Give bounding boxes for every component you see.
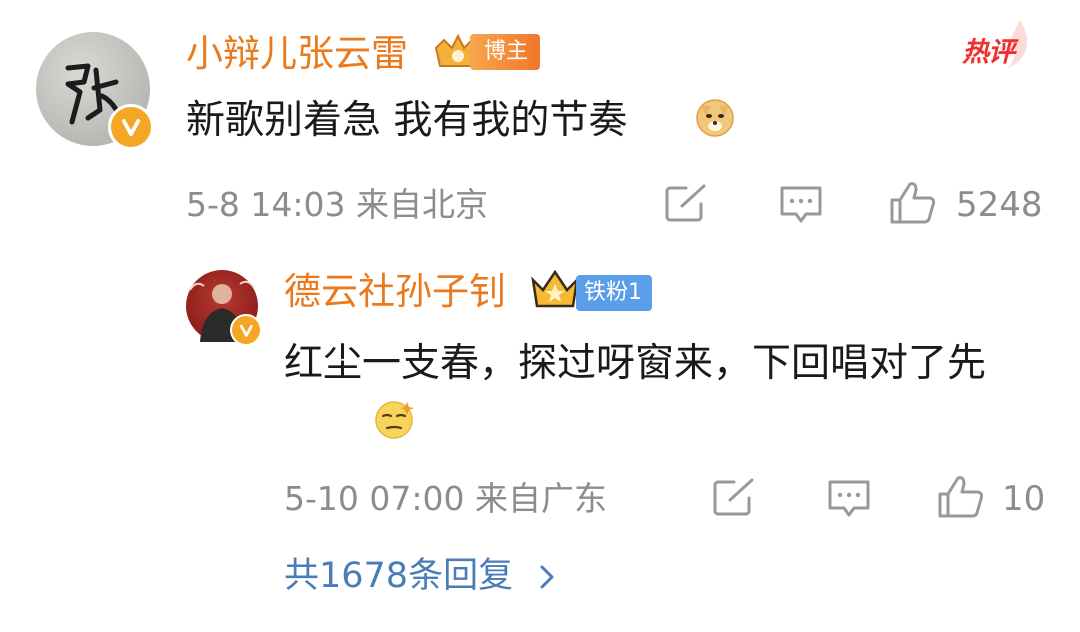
- main-comment-meta: 5-8 14:03 来自北京: [186, 183, 488, 227]
- chevron-right-icon: [540, 565, 554, 589]
- comment-icon[interactable]: [778, 184, 824, 226]
- main-username[interactable]: 小辩儿张云雷: [186, 30, 408, 78]
- reply-username[interactable]: 德云社孙子钊: [284, 268, 506, 316]
- reply-location: 来自广东: [475, 479, 607, 518]
- like-icon[interactable]: [936, 474, 986, 520]
- main-like-count: 5248: [956, 185, 1043, 225]
- repost-icon[interactable]: [712, 478, 756, 518]
- fan-badge: 铁粉1: [576, 275, 652, 311]
- avatar-reply-commenter[interactable]: [186, 270, 262, 346]
- like-icon[interactable]: [888, 180, 938, 226]
- comment-icon[interactable]: [826, 478, 872, 520]
- avatar-main-commenter[interactable]: [36, 32, 154, 150]
- main-timestamp: 5-8 14:03: [186, 185, 346, 224]
- repost-icon[interactable]: [664, 184, 708, 224]
- reply-meta: 5-10 07:00 来自广东: [284, 477, 607, 521]
- reply-count-label: 共1678条回复: [284, 556, 514, 596]
- blogger-badge: 博主: [470, 34, 541, 70]
- weibo-comment-screen: 小辩儿张云雷 博主 热评 新歌别着急 我有我的节奏 5-8 14:03 来自北京…: [0, 0, 1080, 632]
- verified-v-icon: [230, 314, 262, 346]
- crown-fan-icon: [531, 269, 579, 308]
- smirk-emoji-icon: [375, 401, 414, 439]
- reply-text: 红尘一支春，探过呀窗来，下回唱对了先: [284, 341, 987, 386]
- main-location: 来自北京: [356, 185, 488, 224]
- view-all-replies-link[interactable]: 共1678条回复: [284, 552, 556, 600]
- verified-v-icon: [108, 104, 154, 150]
- hot-comment-label: 热评: [962, 37, 1015, 68]
- doge-emoji-icon: [696, 99, 734, 137]
- reply-timestamp: 5-10 07:00: [284, 479, 465, 518]
- reply-like-count: 10: [1002, 479, 1046, 519]
- main-comment-text: 新歌别着急 我有我的节奏: [186, 98, 628, 143]
